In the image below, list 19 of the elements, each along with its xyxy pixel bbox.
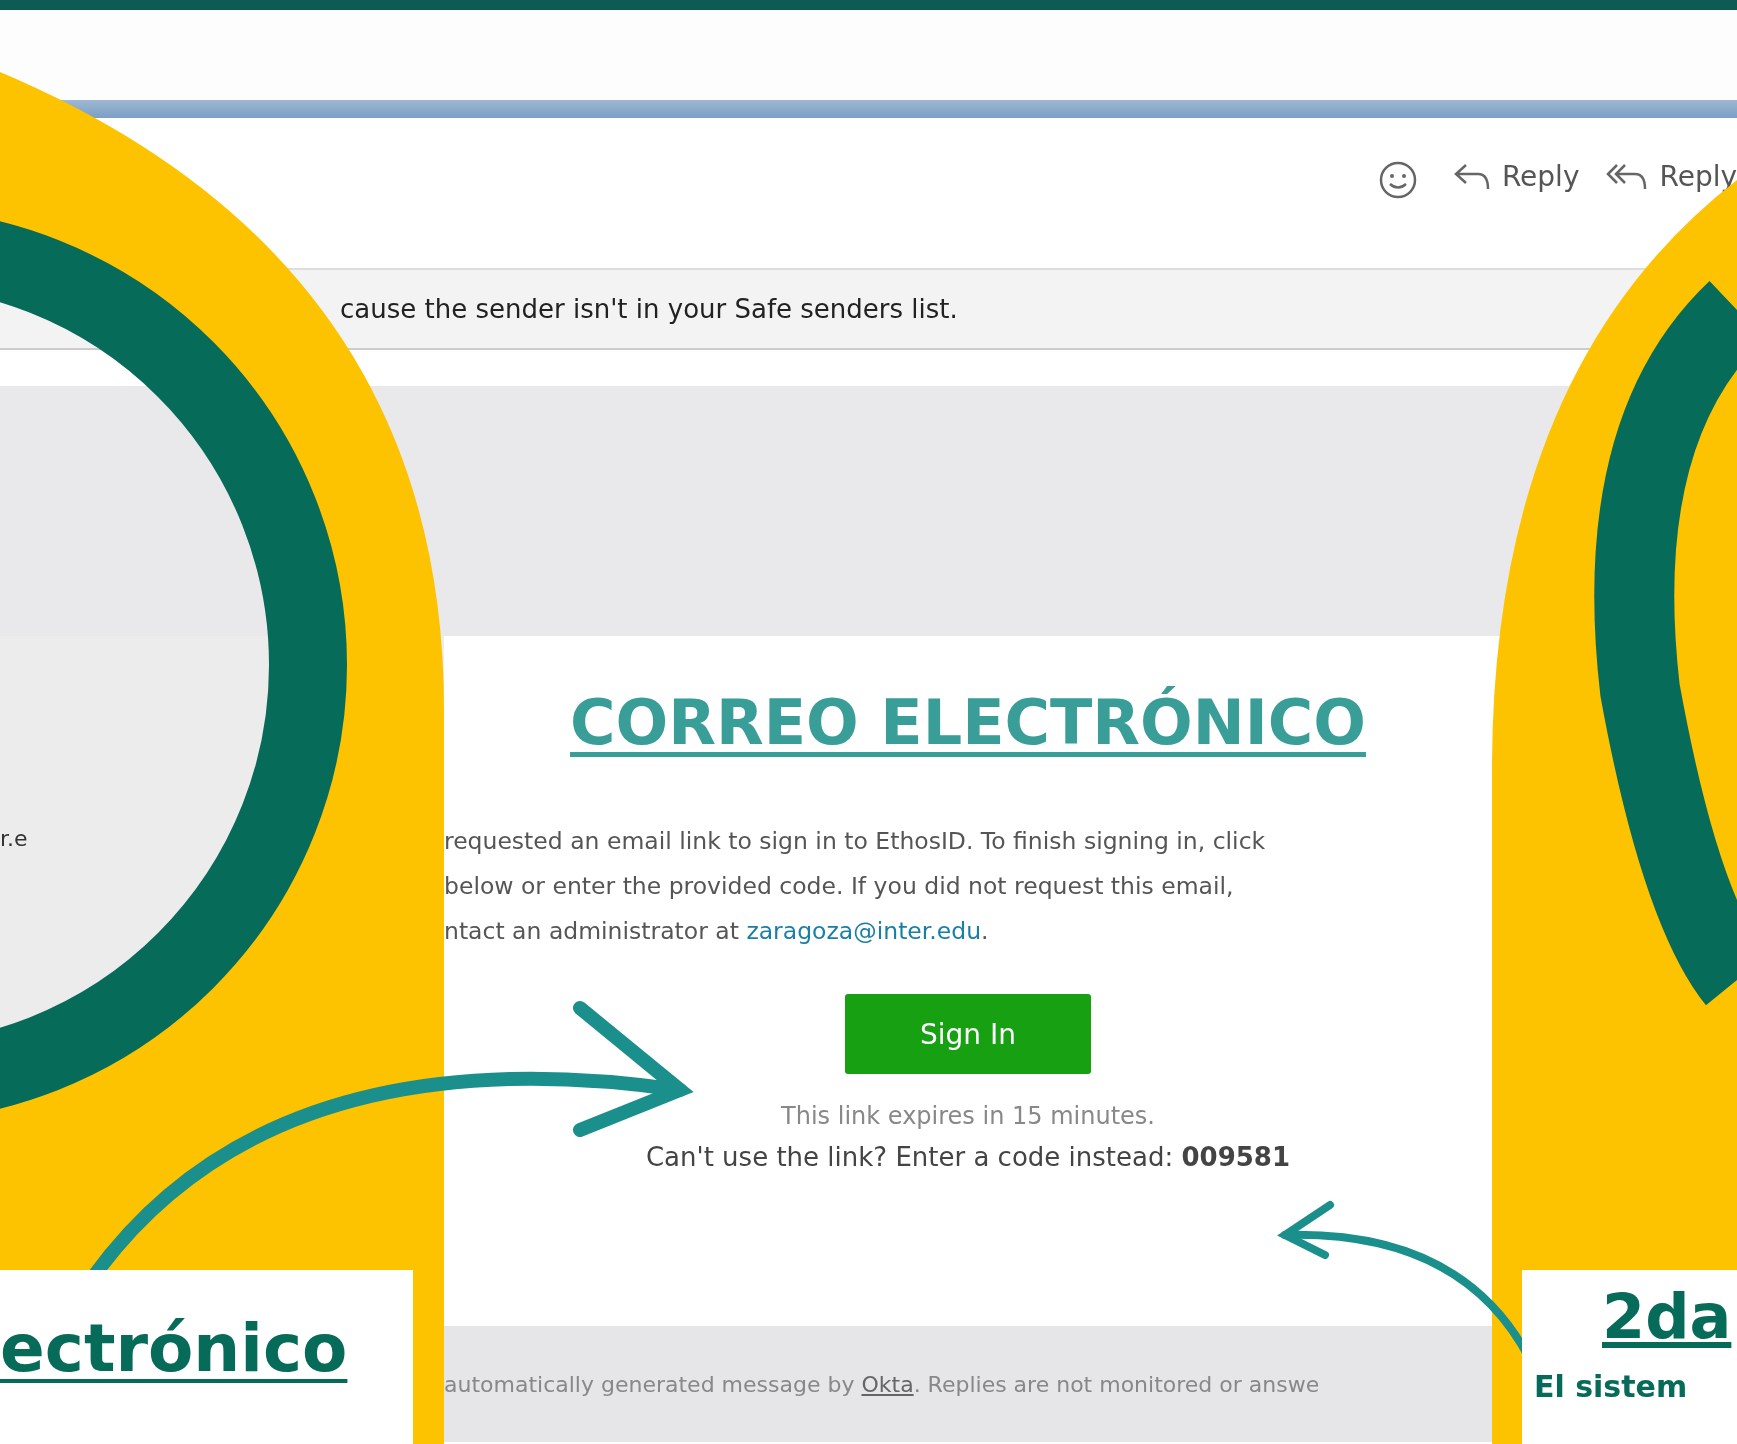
sign-in-button[interactable]: Sign In	[845, 994, 1091, 1074]
banner-title: CORREO ELECTRÓNICO	[570, 686, 1366, 759]
reply-button[interactable]: Reply	[1451, 160, 1580, 193]
message-text: requested an email link to sign in to EthosID. To finish signing in, click	[444, 826, 1267, 857]
warning-text: cause the sender isn't in your Safe senders list.	[340, 294, 958, 324]
code-text: Can't use the link? Enter a code instead: 009581	[645, 1142, 1291, 1172]
card-heading: 2da	[1602, 1280, 1732, 1353]
punctuation-text: .	[981, 917, 989, 945]
message-text: ntact an administrator at	[444, 917, 740, 945]
message-list-text: r.e	[0, 826, 28, 851]
message-text: below or enter the provided code. If you did not request this email,	[444, 871, 1235, 902]
reply-all-button[interactable]: Reply	[1605, 160, 1737, 193]
card-text: El sistem	[1534, 1369, 1688, 1404]
okta-link[interactable]: Okta	[861, 1371, 914, 1397]
card-heading: ectrónico	[0, 1310, 348, 1387]
footer-text: automatically generated message by Okta. Replies are not monitored or answe	[444, 1371, 1320, 1397]
smiley-icon[interactable]	[1377, 160, 1418, 200]
expiry-text: This link expires in 15 minutes.	[781, 1102, 1155, 1130]
email-link[interactable]: zaragoza@inter.edu	[746, 917, 982, 945]
